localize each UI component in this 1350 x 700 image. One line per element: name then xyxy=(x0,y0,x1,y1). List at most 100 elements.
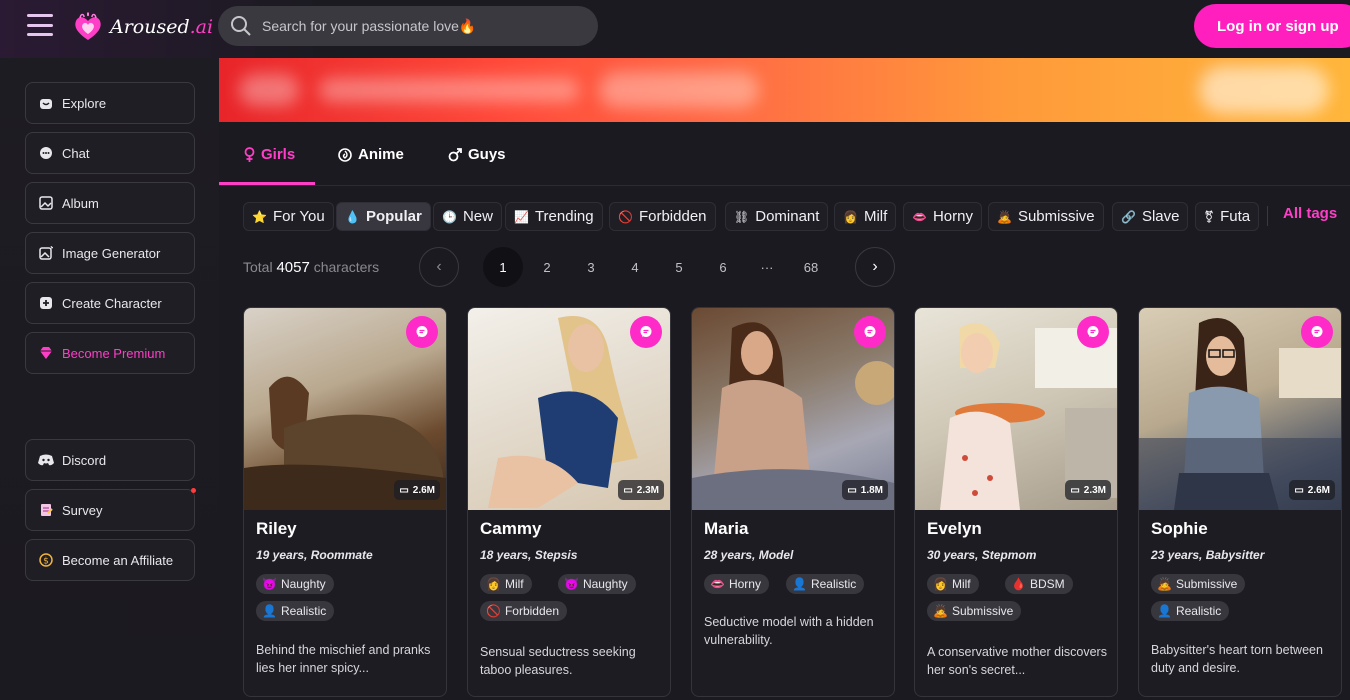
tag-submissive[interactable]: 🙇 Submissive xyxy=(988,202,1104,231)
sidebar-item-become-premium[interactable]: Become Premium xyxy=(25,332,195,374)
page-3-button[interactable]: 3 xyxy=(571,247,611,287)
chat-count-badge: ▭ 2.6M xyxy=(394,480,440,500)
character-description: Sensual seductress seeking taboo pleasur… xyxy=(480,645,636,677)
character-name: Evelyn xyxy=(927,519,982,538)
character-tag[interactable]: 🩸 BDSM xyxy=(1005,574,1073,594)
prev-page-button[interactable]: ‹ xyxy=(419,247,459,287)
chat-bubble-icon[interactable] xyxy=(630,316,662,348)
page-6-button[interactable]: 6 xyxy=(703,247,743,287)
tag-forbidden[interactable]: 🚫 Forbidden xyxy=(609,202,716,231)
login-signup-button[interactable]: Log in or sign up xyxy=(1194,4,1350,48)
sidebar-item-discord[interactable]: Discord xyxy=(25,439,195,481)
tag-dominant[interactable]: ⛓ Dominant xyxy=(725,202,829,231)
character-tag[interactable]: 🙇 Submissive xyxy=(927,601,1022,621)
sidebar-item-chat[interactable]: Chat xyxy=(25,132,195,174)
page-ellipsis[interactable]: ··· xyxy=(747,247,787,287)
character-card-sophie[interactable]: ▭ 2.6M Sophie 23 years, Babysitter 🙇 Submi… xyxy=(1138,307,1342,697)
character-card-cammy[interactable]: ▭ 2.3M Cammy 18 years, Stepsis 👩 Milf 😈 Nau… xyxy=(467,307,671,697)
character-tag[interactable]: 👤 Realistic xyxy=(1151,601,1230,621)
next-page-button[interactable]: › xyxy=(855,247,895,287)
character-card-riley[interactable]: ▭ 2.6M Riley 19 years, Roommate 😈 Naughty … xyxy=(243,307,447,697)
tag-filter-bar: ⭐ For You 💧 Popular 🕒 New 📈 Trending 🚫 Forbid… xyxy=(243,202,1350,232)
sidebar-item-image-generator[interactable]: Image Generator xyxy=(25,232,195,274)
page-4-button[interactable]: 4 xyxy=(615,247,655,287)
home-icon xyxy=(38,95,54,111)
sidebar-item-explore[interactable]: Explore xyxy=(25,82,195,124)
woman-icon: 👩 xyxy=(486,577,501,591)
link-icon: 🔗 xyxy=(1121,209,1136,224)
character-description: Behind the mischief and pranks lies her … xyxy=(256,643,431,675)
character-name: Sophie xyxy=(1151,519,1208,538)
logo-heart-icon xyxy=(75,12,101,40)
woman-icon: 👩 xyxy=(933,577,948,591)
chat-bubble-icon[interactable] xyxy=(406,316,438,348)
chat-count-badge: ▭ 2.3M xyxy=(1065,480,1111,500)
male-icon xyxy=(448,147,462,161)
character-card-evelyn[interactable]: ▭ 2.3M Evelyn 30 years, Stepmom 👩 Milf 🩸 BD… xyxy=(914,307,1118,697)
logo[interactable]: Aroused.ai xyxy=(72,12,213,42)
character-tag[interactable]: 👩 Milf xyxy=(480,574,532,594)
tab-guys[interactable]: Guys xyxy=(448,146,506,163)
search-input[interactable] xyxy=(262,18,582,34)
character-tag[interactable]: 😈 Naughty xyxy=(558,574,636,594)
character-tag[interactable]: 😈 Naughty xyxy=(256,574,334,594)
character-tag[interactable]: 👤 Realistic xyxy=(786,574,865,594)
survey-icon xyxy=(38,502,54,518)
tag-slave[interactable]: 🔗 Slave xyxy=(1112,202,1189,231)
chat-count-icon: ▭ xyxy=(399,484,409,496)
chat-bubble-icon[interactable] xyxy=(1077,316,1109,348)
blood-drop-icon: 🩸 xyxy=(1011,577,1026,591)
tag-new[interactable]: 🕒 New xyxy=(433,202,502,231)
chat-count-icon: ▭ xyxy=(1070,484,1080,496)
character-tag[interactable]: 👩 Milf xyxy=(927,574,979,594)
person-icon: 👤 xyxy=(1157,604,1172,618)
clock-icon: 🕒 xyxy=(442,209,457,224)
character-description: A conservative mother discovers her son'… xyxy=(927,645,1107,677)
page-5-button[interactable]: 5 xyxy=(659,247,699,287)
tag-futa[interactable]: ⚧ Futa xyxy=(1195,202,1260,231)
album-icon xyxy=(38,195,54,211)
devil-icon: 😈 xyxy=(564,577,579,591)
tab-girls[interactable]: Girls xyxy=(244,146,295,163)
page-68-button[interactable]: 68 xyxy=(791,247,831,287)
image-generator-icon xyxy=(38,245,54,261)
character-tag[interactable]: 👄 Horny xyxy=(704,574,769,594)
lips-icon: 👄 xyxy=(710,577,725,591)
chat-bubble-icon[interactable] xyxy=(1301,316,1333,348)
character-meta: 18 years, Stepsis xyxy=(480,548,578,562)
tabs-divider xyxy=(219,185,1350,186)
chat-count-badge: ▭ 1.8M xyxy=(842,480,888,500)
sidebar-item-become-affiliate[interactable]: $ Become an Affiliate xyxy=(25,539,195,581)
chevron-right-icon: › xyxy=(872,258,878,275)
promo-banner[interactable] xyxy=(219,58,1350,122)
tags-separator xyxy=(1267,206,1268,226)
discord-icon xyxy=(38,452,54,468)
search-bar[interactable] xyxy=(218,6,598,46)
person-icon: 👤 xyxy=(262,604,277,618)
chat-bubble-icon[interactable] xyxy=(854,316,886,348)
bowing-icon: 🙇 xyxy=(933,604,948,618)
character-tag[interactable]: 🙇 Submissive xyxy=(1151,574,1246,594)
character-tag[interactable]: 👤 Realistic xyxy=(256,601,335,621)
tag-milf[interactable]: 👩 Milf xyxy=(834,202,897,231)
chevron-left-icon: ‹ xyxy=(436,258,442,275)
woman-icon: 👩 xyxy=(843,209,858,224)
hamburger-menu-icon[interactable] xyxy=(27,14,53,36)
all-tags-link[interactable]: All tags xyxy=(1283,205,1337,222)
sidebar-item-album[interactable]: Album xyxy=(25,182,195,224)
page-1-button[interactable]: 1 xyxy=(483,247,523,287)
character-image: ▭ 2.3M xyxy=(915,308,1117,510)
character-tag[interactable]: 🚫 Forbidden xyxy=(480,601,567,621)
page-2-button[interactable]: 2 xyxy=(527,247,567,287)
character-card-maria[interactable]: ▭ 1.8M Maria 28 years, Model 👄 Horny 👤 Real… xyxy=(691,307,895,697)
female-icon xyxy=(244,147,255,162)
sidebar-item-survey[interactable]: Survey xyxy=(25,488,196,531)
category-tabs: Girls Anime Guys xyxy=(219,122,1350,186)
tag-for-you[interactable]: ⭐ For You xyxy=(243,202,334,231)
sidebar-item-create-character[interactable]: Create Character xyxy=(25,282,195,324)
tag-trending[interactable]: 📈 Trending xyxy=(505,202,603,231)
tag-horny[interactable]: 👄 Horny xyxy=(903,202,982,231)
tag-popular[interactable]: 💧 Popular xyxy=(336,202,431,231)
character-description: Seductive model with a hidden vulnerabil… xyxy=(704,615,874,647)
tab-anime[interactable]: Anime xyxy=(338,146,404,163)
